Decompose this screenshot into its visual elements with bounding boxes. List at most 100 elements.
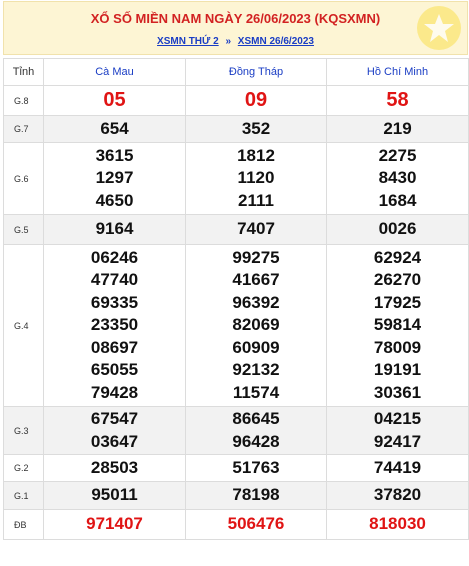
prize-cell: 04215 92417 <box>326 406 469 455</box>
prize-number: 1297 <box>95 168 134 188</box>
weekday-results-link[interactable]: XSMN THỨ 2 <box>157 36 219 47</box>
prize-cell: 74419 <box>326 454 469 482</box>
province-ho-chi-minh[interactable]: Hồ Chí Minh <box>326 58 469 86</box>
prize-number: 19191 <box>373 360 422 380</box>
prize-number: 96392 <box>232 292 280 312</box>
prize-cell: 86645 96428 <box>185 406 327 455</box>
prize-cell: 219 <box>326 115 469 143</box>
prize-number: 06246 <box>90 247 139 267</box>
prize-cell: 05 <box>43 85 186 116</box>
prize-number: 60909 <box>232 337 280 357</box>
prize-label: G.2 <box>3 454 44 482</box>
province-column-label: Tỉnh <box>3 58 44 86</box>
prize-cell: 51763 <box>185 454 327 482</box>
prize-number: 4650 <box>95 190 134 210</box>
prize-label: G.7 <box>3 115 44 143</box>
prize-number: 28503 <box>90 457 139 477</box>
results-header: XỔ SỐ MIỀN NAM NGÀY 26/06/2023 (KQSXMN) … <box>3 1 468 55</box>
prize-number: 82069 <box>232 315 280 335</box>
prize-cell: 67547 03647 <box>43 406 186 455</box>
prize-number: 09 <box>244 89 268 112</box>
prize-number: 47740 <box>90 270 139 290</box>
prize-cell: 99275 41667 96392 82069 60909 92132 11574 <box>185 244 327 407</box>
prize-cell: 28503 <box>43 454 186 482</box>
prize-number: 04215 <box>373 409 422 428</box>
prize-number: 0026 <box>378 219 417 239</box>
prize-number: 3615 <box>95 145 134 165</box>
prize-number: 17925 <box>373 292 422 312</box>
prize-number: 78198 <box>232 485 280 505</box>
prize-cell: 95011 <box>43 481 186 510</box>
prize-row-g4: G.4 06246 47740 69335 23350 08697 65055 79428 99… <box>3 244 469 407</box>
date-results-link[interactable]: XSMN 26/6/2023 <box>238 36 314 47</box>
prize-number: 92417 <box>373 431 422 451</box>
prize-label: G.4 <box>3 244 44 407</box>
prize-number: 37820 <box>373 485 422 505</box>
prize-number: 08697 <box>90 337 139 357</box>
breadcrumb: XSMN THỨ 2 » XSMN 26/6/2023 <box>4 36 467 47</box>
province-ca-mau[interactable]: Cà Mau <box>43 58 186 86</box>
prize-cell: 2275 8430 1684 <box>326 142 469 215</box>
prize-cell: 1812 1120 2111 <box>185 142 327 215</box>
prize-number: 1120 <box>237 168 275 188</box>
prize-number: 654 <box>100 118 129 138</box>
prize-number: 69335 <box>90 292 139 312</box>
prize-number: 2275 <box>378 145 417 165</box>
prize-cell: 818030 <box>326 509 469 540</box>
prize-cell: 506476 <box>185 509 327 540</box>
star-icon <box>417 6 461 50</box>
prize-number: 2111 <box>238 190 274 210</box>
prize-number: 1684 <box>378 190 417 210</box>
prize-number: 219 <box>383 118 412 138</box>
breadcrumb-separator: » <box>225 36 232 47</box>
prize-label: G.3 <box>3 406 44 455</box>
prize-number: 30361 <box>373 382 422 402</box>
prize-number: 78009 <box>373 337 422 357</box>
prize-row-đb: ĐB 971407 506476 818030 <box>3 509 469 540</box>
prize-row-g3: G.3 67547 03647 86645 96428 04215 92417 <box>3 406 469 455</box>
prize-label: ĐB <box>3 509 44 540</box>
prize-row-g1: G.1 95011 78198 37820 <box>3 481 469 510</box>
lottery-results-widget: XỔ SỐ MIỀN NAM NGÀY 26/06/2023 (KQSXMN) … <box>3 1 469 566</box>
prize-number: 79428 <box>90 382 139 402</box>
prize-cell: 971407 <box>43 509 186 540</box>
prize-cell: 62924 26270 17925 59814 78009 19191 30361 <box>326 244 469 407</box>
prize-number: 352 <box>241 118 271 138</box>
prize-number: 1812 <box>237 145 275 165</box>
prize-number: 59814 <box>373 315 422 335</box>
prize-number: 96428 <box>232 431 280 451</box>
prize-cell: 9164 <box>43 214 186 245</box>
prize-number: 506476 <box>227 514 285 534</box>
prize-number: 7407 <box>237 219 275 239</box>
prize-number: 58 <box>386 89 409 112</box>
prize-number: 62924 <box>373 247 422 267</box>
table-header-row: Tỉnh Cà Mau Đồng Tháp Hồ Chí Minh <box>3 58 469 86</box>
prize-number: 11574 <box>232 382 280 402</box>
province-dong-thap[interactable]: Đồng Tháp <box>185 58 327 86</box>
results-title: XỔ SỐ MIỀN NAM NGÀY 26/06/2023 (KQSXMN) <box>90 11 381 26</box>
prize-number: 8430 <box>378 168 417 188</box>
prize-label: G.6 <box>3 142 44 215</box>
prize-number: 74419 <box>373 457 422 477</box>
prize-row-g7: G.7 654 352 219 <box>3 115 469 143</box>
results-table: Tỉnh Cà Mau Đồng Tháp Hồ Chí Minh G.8 05 0… <box>3 58 469 540</box>
prize-row-g2: G.2 28503 51763 74419 <box>3 454 469 482</box>
prize-number: 9164 <box>95 219 134 239</box>
prize-number: 818030 <box>369 514 426 534</box>
prize-number: 41667 <box>232 270 280 290</box>
prize-cell: 0026 <box>326 214 469 245</box>
prize-cell: 78198 <box>185 481 327 510</box>
prize-cell: 06246 47740 69335 23350 08697 65055 79428 <box>43 244 186 407</box>
prize-label: G.1 <box>3 481 44 510</box>
prize-cell: 58 <box>326 85 469 116</box>
prize-label: G.5 <box>3 214 44 245</box>
prize-number: 971407 <box>86 514 143 534</box>
prize-number: 26270 <box>373 270 422 290</box>
prize-number: 03647 <box>90 431 139 451</box>
prize-cell: 37820 <box>326 481 469 510</box>
prize-number: 05 <box>103 89 126 112</box>
prize-row-g6: G.6 3615 1297 4650 1812 1120 2111 2275 8430 1684 <box>3 142 469 215</box>
prize-row-g8: G.8 05 09 58 <box>3 85 469 116</box>
prize-cell: 3615 1297 4650 <box>43 142 186 215</box>
prize-cell: 09 <box>185 85 327 116</box>
